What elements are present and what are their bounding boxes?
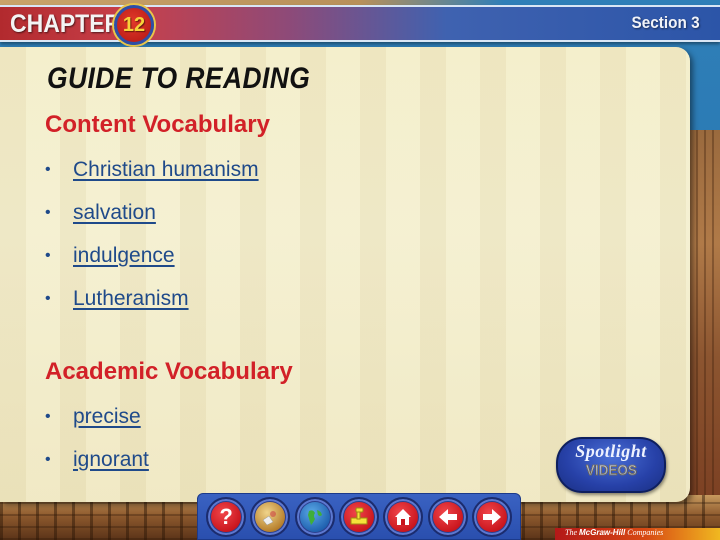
chapter-label: CHAPTER	[10, 10, 122, 38]
publisher-brand: The McGraw-Hill Companies	[565, 528, 663, 537]
content-vocabulary-list: • Christian humanism • salvation • indul…	[45, 158, 259, 330]
world-button[interactable]	[294, 496, 335, 537]
arrow-left-icon	[432, 501, 463, 532]
brand-suffix: Companies	[627, 528, 664, 537]
game-button[interactable]	[338, 496, 379, 537]
vocab-link-christian-humanism[interactable]: Christian humanism	[73, 158, 259, 182]
academic-vocabulary-heading: Academic Vocabulary	[45, 358, 293, 385]
page-title: GUIDE TO READING	[47, 62, 311, 95]
arrow-right-icon	[476, 501, 507, 532]
list-item: • Lutheranism	[45, 287, 259, 330]
help-glyph: ?	[219, 503, 233, 529]
list-item: • Christian humanism	[45, 158, 259, 201]
bullet-icon: •	[45, 290, 51, 307]
content-vocabulary-heading: Content Vocabulary	[45, 111, 270, 138]
vocab-link-precise[interactable]: precise	[73, 405, 141, 429]
joystick-icon	[343, 501, 374, 532]
bullet-icon: •	[45, 408, 51, 425]
bullet-icon: •	[45, 247, 51, 264]
spotlight-label: Spotlight	[575, 441, 647, 461]
house-icon	[388, 501, 419, 532]
navigation-toolbar: ?	[197, 493, 521, 540]
globe-map-icon	[255, 501, 286, 532]
vocab-link-indulgence[interactable]: indulgence	[73, 244, 175, 268]
chapter-header-bar: CHAPTER 12 Section 3	[0, 5, 720, 45]
chapter-number-badge: 12	[114, 5, 154, 45]
content-panel: GUIDE TO READING Content Vocabulary • Ch…	[0, 47, 690, 502]
back-button[interactable]	[427, 496, 468, 537]
publisher-brand-strip: The McGraw-Hill Companies	[555, 528, 720, 540]
forward-button[interactable]	[471, 496, 512, 537]
list-item: • salvation	[45, 201, 259, 244]
list-item: • ignorant	[45, 448, 149, 491]
help-button[interactable]: ?	[206, 496, 247, 537]
brand-prefix: The	[565, 528, 577, 537]
bullet-icon: •	[45, 451, 51, 468]
vocab-link-salvation[interactable]: salvation	[73, 201, 156, 225]
bullet-icon: •	[45, 204, 51, 221]
question-mark-icon: ?	[211, 501, 242, 532]
home-button[interactable]	[383, 496, 424, 537]
section-label: Section 3	[631, 13, 700, 32]
spotlight-videos-button[interactable]: Spotlight VIDEOS	[556, 437, 666, 493]
list-item: • precise	[45, 405, 149, 448]
list-item: • indulgence	[45, 244, 259, 287]
bullet-icon: •	[45, 161, 51, 178]
videos-label: VIDEOS	[585, 462, 637, 480]
maps-button[interactable]	[250, 496, 291, 537]
vocab-link-ignorant[interactable]: ignorant	[73, 448, 149, 472]
earth-icon	[299, 501, 330, 532]
brand-name: McGraw-Hill	[579, 528, 626, 537]
academic-vocabulary-list: • precise • ignorant	[45, 405, 149, 491]
vocab-link-lutheranism[interactable]: Lutheranism	[73, 287, 189, 311]
chapter-number: 12	[122, 13, 146, 36]
